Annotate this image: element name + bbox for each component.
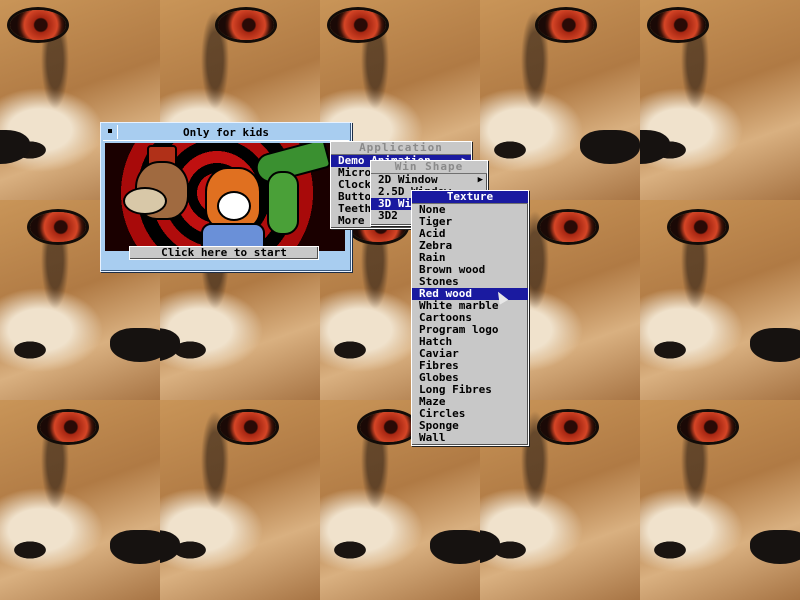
cheetah-eye (670, 212, 726, 242)
texture-item-wall[interactable]: Wall (412, 432, 528, 444)
cheetah-tile (640, 400, 800, 600)
desktop-wallpaper (0, 0, 800, 600)
cheetah-eye (220, 412, 276, 442)
cheetah-nose (0, 130, 30, 164)
cheetah-nose (160, 530, 180, 564)
kids-window-titlebar[interactable]: Only for kids (103, 125, 349, 141)
cheetah-eye (40, 412, 96, 442)
cheetah-eye (10, 10, 66, 40)
texture-menu[interactable]: Texture None Tiger Acid Zebra Rain Brown… (411, 190, 529, 446)
cheetah-eye (540, 412, 596, 442)
cheetah-nose (480, 530, 500, 564)
cartoon-artwork (105, 143, 345, 251)
cheetah-nose (110, 328, 160, 362)
cheetah-eye (538, 10, 594, 40)
cheetah-nose (750, 328, 800, 362)
cheetah-eye (680, 412, 736, 442)
cheetah-nose (160, 328, 180, 362)
cartoon-character (267, 171, 299, 235)
cheetah-eye (650, 10, 706, 40)
cheetah-tile (0, 400, 160, 600)
cheetah-eye (360, 412, 416, 442)
close-icon[interactable] (103, 125, 118, 139)
cheetah-tile (640, 0, 800, 200)
cheetah-eye (330, 10, 386, 40)
cheetah-nose (580, 130, 640, 164)
kids-window-title: Only for kids (182, 126, 270, 139)
cheetah-tile (640, 200, 800, 400)
cheetah-nose (750, 530, 800, 564)
cheetah-nose (640, 130, 670, 164)
cheetah-tile (160, 400, 320, 600)
cheetah-eye (30, 212, 86, 242)
cheetah-eye (218, 10, 274, 40)
cheetah-nose (110, 530, 160, 564)
start-button[interactable]: Click here to start (129, 246, 319, 260)
cartoon-character (205, 167, 261, 229)
cheetah-eye (540, 212, 596, 242)
cartoon-character (123, 161, 189, 220)
kids-window[interactable]: Only for kids Click here to start (100, 122, 352, 272)
cheetah-tile (480, 0, 640, 200)
cheetah-nose (430, 530, 480, 564)
submenu-arrow-icon: ▶ (477, 175, 483, 185)
